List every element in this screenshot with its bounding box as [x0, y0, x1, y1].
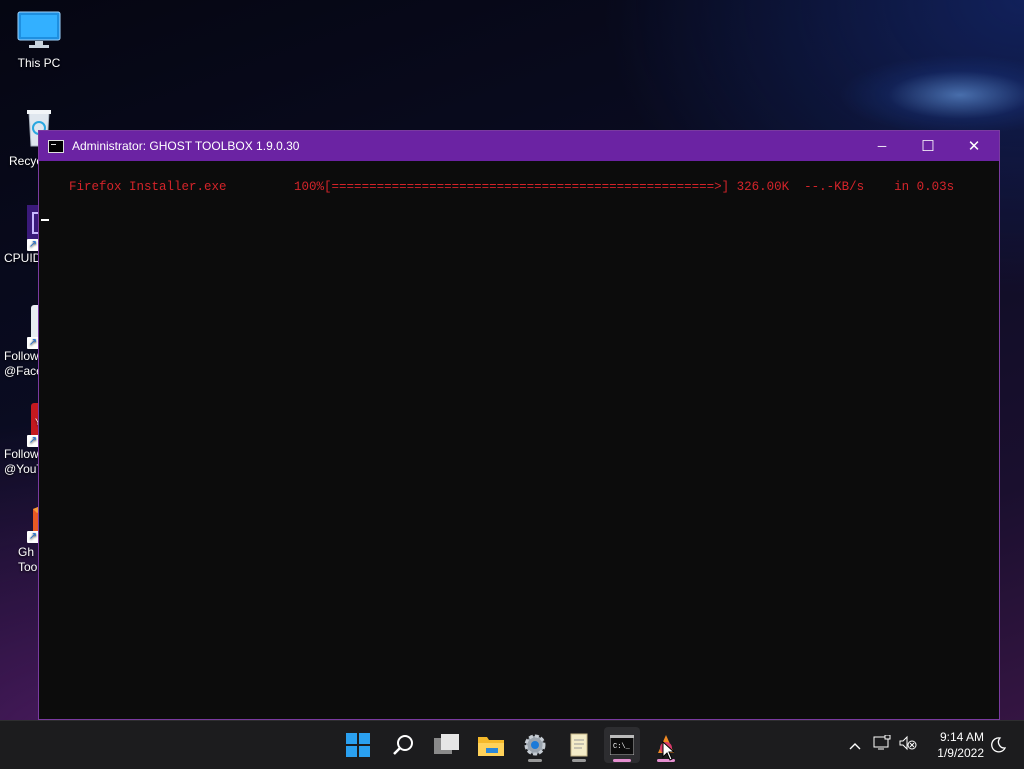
- terminal-button[interactable]: C:\_: [604, 727, 640, 763]
- notepad-icon: [570, 733, 588, 757]
- running-indicator: [572, 759, 586, 762]
- task-view-button[interactable]: [429, 727, 465, 763]
- focus-assist-moon-icon[interactable]: [990, 737, 1007, 758]
- clock-time: 9:14 AM: [939, 730, 984, 744]
- console-line: Firefox Installer.exe 100%[=============…: [69, 180, 955, 194]
- window-title: Administrator: GHOST TOOLBOX 1.9.0.30: [72, 139, 300, 153]
- clock-date: 1/9/2022: [937, 746, 984, 760]
- windows-logo-icon: [346, 733, 370, 757]
- folder-icon: [478, 737, 504, 756]
- close-button[interactable]: ✕: [951, 131, 997, 161]
- clock[interactable]: 9:14 AM 1/9/2022: [937, 729, 984, 761]
- window-titlebar[interactable]: Administrator: GHOST TOOLBOX 1.9.0.30 ─ …: [39, 131, 999, 161]
- taskbar: C:\_ 9:14 AM 1/9/2022: [0, 720, 1024, 769]
- gear-icon: [524, 734, 546, 756]
- file-explorer-button[interactable]: [473, 727, 509, 763]
- text-cursor: [41, 219, 49, 221]
- svg-text:C:\_: C:\_: [613, 743, 631, 751]
- search-button[interactable]: [385, 727, 421, 763]
- chevron-up-icon: [849, 742, 861, 749]
- running-indicator: [528, 759, 542, 762]
- mouse-cursor-icon: [662, 741, 674, 761]
- desktop-icon-this-pc[interactable]: This PC: [4, 10, 74, 70]
- search-icon: [393, 735, 413, 755]
- notepad-button[interactable]: [561, 727, 597, 763]
- minimize-button[interactable]: ─: [859, 131, 905, 161]
- terminal-icon: C:\_: [610, 735, 634, 755]
- start-button[interactable]: [340, 727, 376, 763]
- show-hidden-icons-button[interactable]: [845, 738, 865, 753]
- console-window[interactable]: Administrator: GHOST TOOLBOX 1.9.0.30 ─ …: [38, 130, 1000, 720]
- desktop-icon-label: This PC: [17, 56, 61, 70]
- settings-button[interactable]: [517, 727, 553, 763]
- console-output[interactable]: Firefox Installer.exe 100%[=============…: [39, 161, 999, 253]
- maximize-button[interactable]: ☐: [905, 131, 951, 161]
- volume-muted-icon[interactable]: [899, 735, 917, 756]
- cmd-icon: [48, 139, 64, 153]
- active-indicator: [613, 759, 631, 762]
- network-icon[interactable]: [873, 734, 891, 756]
- task-view-icon: [434, 734, 459, 754]
- monitor-icon: [17, 10, 61, 50]
